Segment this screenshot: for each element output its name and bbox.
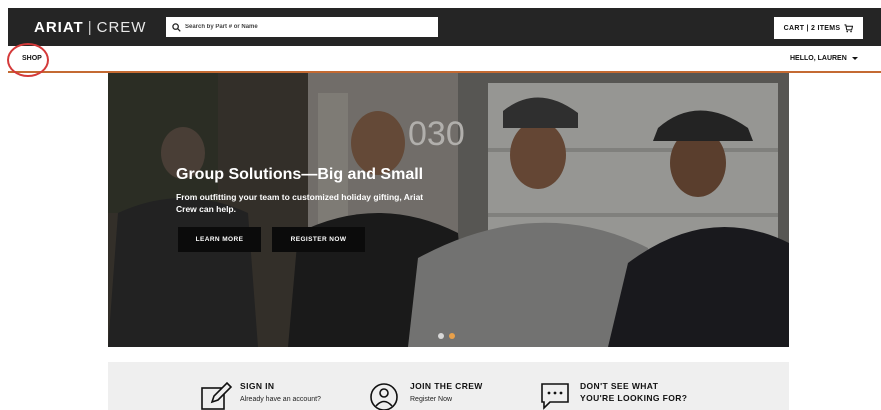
shop-highlight-circle: [7, 43, 49, 77]
sign-in-title: SIGN IN: [240, 381, 275, 391]
page: ARIAT | CREW CART | 2 ITEMS SHOP HELLO, …: [0, 0, 881, 410]
carousel-dot-1[interactable]: [438, 333, 444, 339]
hero-title: Group Solutions—Big and Small: [176, 166, 424, 183]
join-crew-subtitle: Register Now: [410, 396, 453, 403]
sign-in-subtitle: Already have an account?: [240, 396, 321, 403]
help-card[interactable]: DON'T SEE WHAT YOU'RE LOOKING FOR?: [540, 380, 687, 410]
logo-sub: CREW: [96, 18, 147, 36]
help-title-line1: DON'T SEE WHAT: [580, 381, 659, 391]
greeting-label: HELLO, LAUREN: [790, 55, 847, 62]
sign-in-card[interactable]: SIGN IN Already have an account?: [200, 380, 321, 410]
join-crew-card[interactable]: JOIN THE CREW Register Now: [370, 380, 483, 410]
search-icon: [172, 22, 181, 32]
secondary-nav: SHOP HELLO, LAUREN: [8, 46, 881, 71]
user-icon: [370, 383, 398, 410]
quick-links-panel: SIGN IN Already have an account? JOIN TH…: [108, 362, 789, 410]
help-title-line2: YOU'RE LOOKING FOR?: [580, 393, 688, 403]
register-now-button[interactable]: REGISTER NOW: [272, 227, 365, 252]
carousel-indicators: [438, 333, 455, 339]
logo-brand: ARIAT: [34, 18, 84, 36]
carousel-dot-2[interactable]: [449, 333, 455, 339]
cart-label: CART | 2 ITEMS: [783, 24, 841, 32]
hero-banner[interactable]: 030 Group Solutions—Big and Small From o…: [108, 73, 789, 347]
search-input[interactable]: [181, 17, 438, 37]
hero-subtitle: From outfitting your team to customized …: [176, 192, 424, 214]
top-header: ARIAT | CREW CART | 2 ITEMS: [8, 8, 881, 46]
cart-button[interactable]: CART | 2 ITEMS: [774, 17, 863, 39]
search-box[interactable]: [166, 17, 438, 37]
chat-icon: [541, 383, 569, 410]
account-menu[interactable]: HELLO, LAUREN: [790, 55, 858, 62]
edit-icon: [201, 381, 233, 410]
caret-down-icon: [851, 57, 858, 60]
logo-separator: |: [87, 18, 93, 36]
learn-more-button[interactable]: LEARN MORE: [178, 227, 261, 252]
join-crew-title: JOIN THE CREW: [410, 381, 483, 391]
ariat-crew-logo[interactable]: ARIAT | CREW: [34, 17, 146, 37]
shopping-cart-icon: [844, 23, 854, 32]
